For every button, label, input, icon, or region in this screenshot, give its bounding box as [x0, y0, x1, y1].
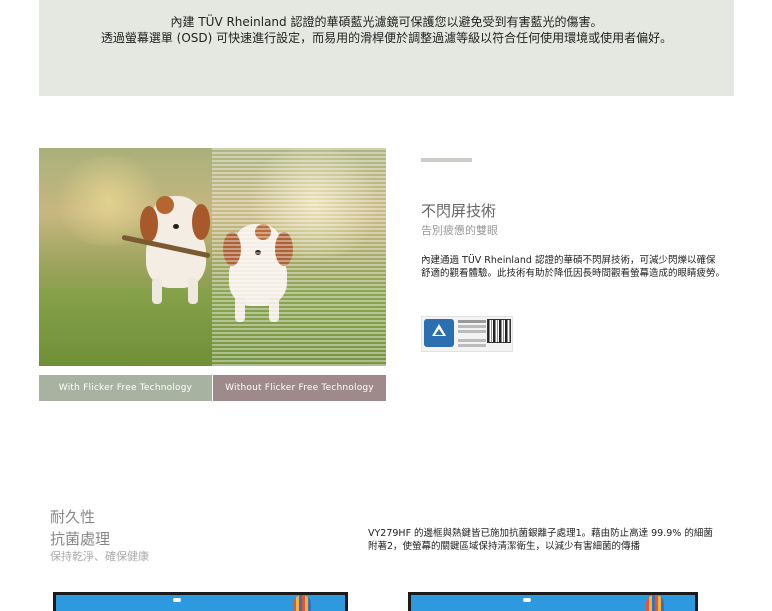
airplane-icon — [523, 598, 531, 602]
flicker-free-description: 內建通過 TÜV Rheinland 認證的華碩不閃屏技術，可減少閃爍以確保 舒… — [421, 254, 766, 280]
tuv-certification-badge — [421, 316, 513, 352]
flicker-comparison-image — [39, 148, 386, 366]
caption-without-flicker-free: Without Flicker Free Technology — [213, 375, 386, 401]
certificate-fine-print — [458, 320, 486, 347]
section-accent-bar — [421, 158, 472, 162]
durability-title: 耐久性 — [50, 508, 96, 526]
blue-light-banner: 內建 TÜV Rheinland 認證的華碩藍光濾鏡可保護您以避免受到有害藍光的… — [39, 0, 734, 96]
antibacterial-description: VY279HF 的邊框與熱鍵皆已施加抗菌銀離子處理1。藉由防止高達 99.9% … — [368, 527, 748, 553]
description-line: 舒適的觀看體驗。此技術有助於降低因長時間觀看螢幕造成的眼睛疲勞。 — [421, 268, 726, 279]
monitor-image-left — [53, 592, 348, 611]
caption-with-flicker-free: With Flicker Free Technology — [39, 375, 212, 401]
monitor-image-right — [408, 592, 698, 611]
hot-air-balloon-icon — [646, 595, 664, 611]
qr-code-icon — [487, 319, 511, 343]
description-line: VY279HF 的邊框與熱鍵皆已施加抗菌銀離子處理1。藉由防止高達 99.9% … — [368, 528, 713, 539]
flicker-free-title: 不閃屏技術 — [421, 202, 497, 220]
airplane-icon — [173, 598, 181, 602]
hot-air-balloon-icon — [293, 595, 311, 611]
description-line: 內建通過 TÜV Rheinland 認證的華碩不閃屏技術，可減少閃爍以確保 — [421, 255, 716, 266]
tuv-rheinland-logo-icon — [424, 319, 454, 347]
banner-line-2: 透過螢幕選單 (OSD) 可快速進行設定，而易用的滑桿便於調整過濾等級以符合任何… — [100, 31, 673, 45]
banner-line-1: 內建 TÜV Rheinland 認證的華碩藍光濾鏡可保護您以避免受到有害藍光的… — [170, 15, 603, 29]
antibacterial-title: 抗菌處理 — [50, 530, 111, 548]
antibacterial-subtitle: 保持乾淨、確保健康 — [50, 550, 149, 563]
description-line: 附著2，使螢幕的關鍵區域保持清潔衛生，以減少有害細菌的傳播 — [368, 541, 641, 552]
flicker-scanline-overlay — [212, 148, 386, 366]
flicker-free-subtitle: 告別疲憊的雙眼 — [421, 224, 498, 237]
